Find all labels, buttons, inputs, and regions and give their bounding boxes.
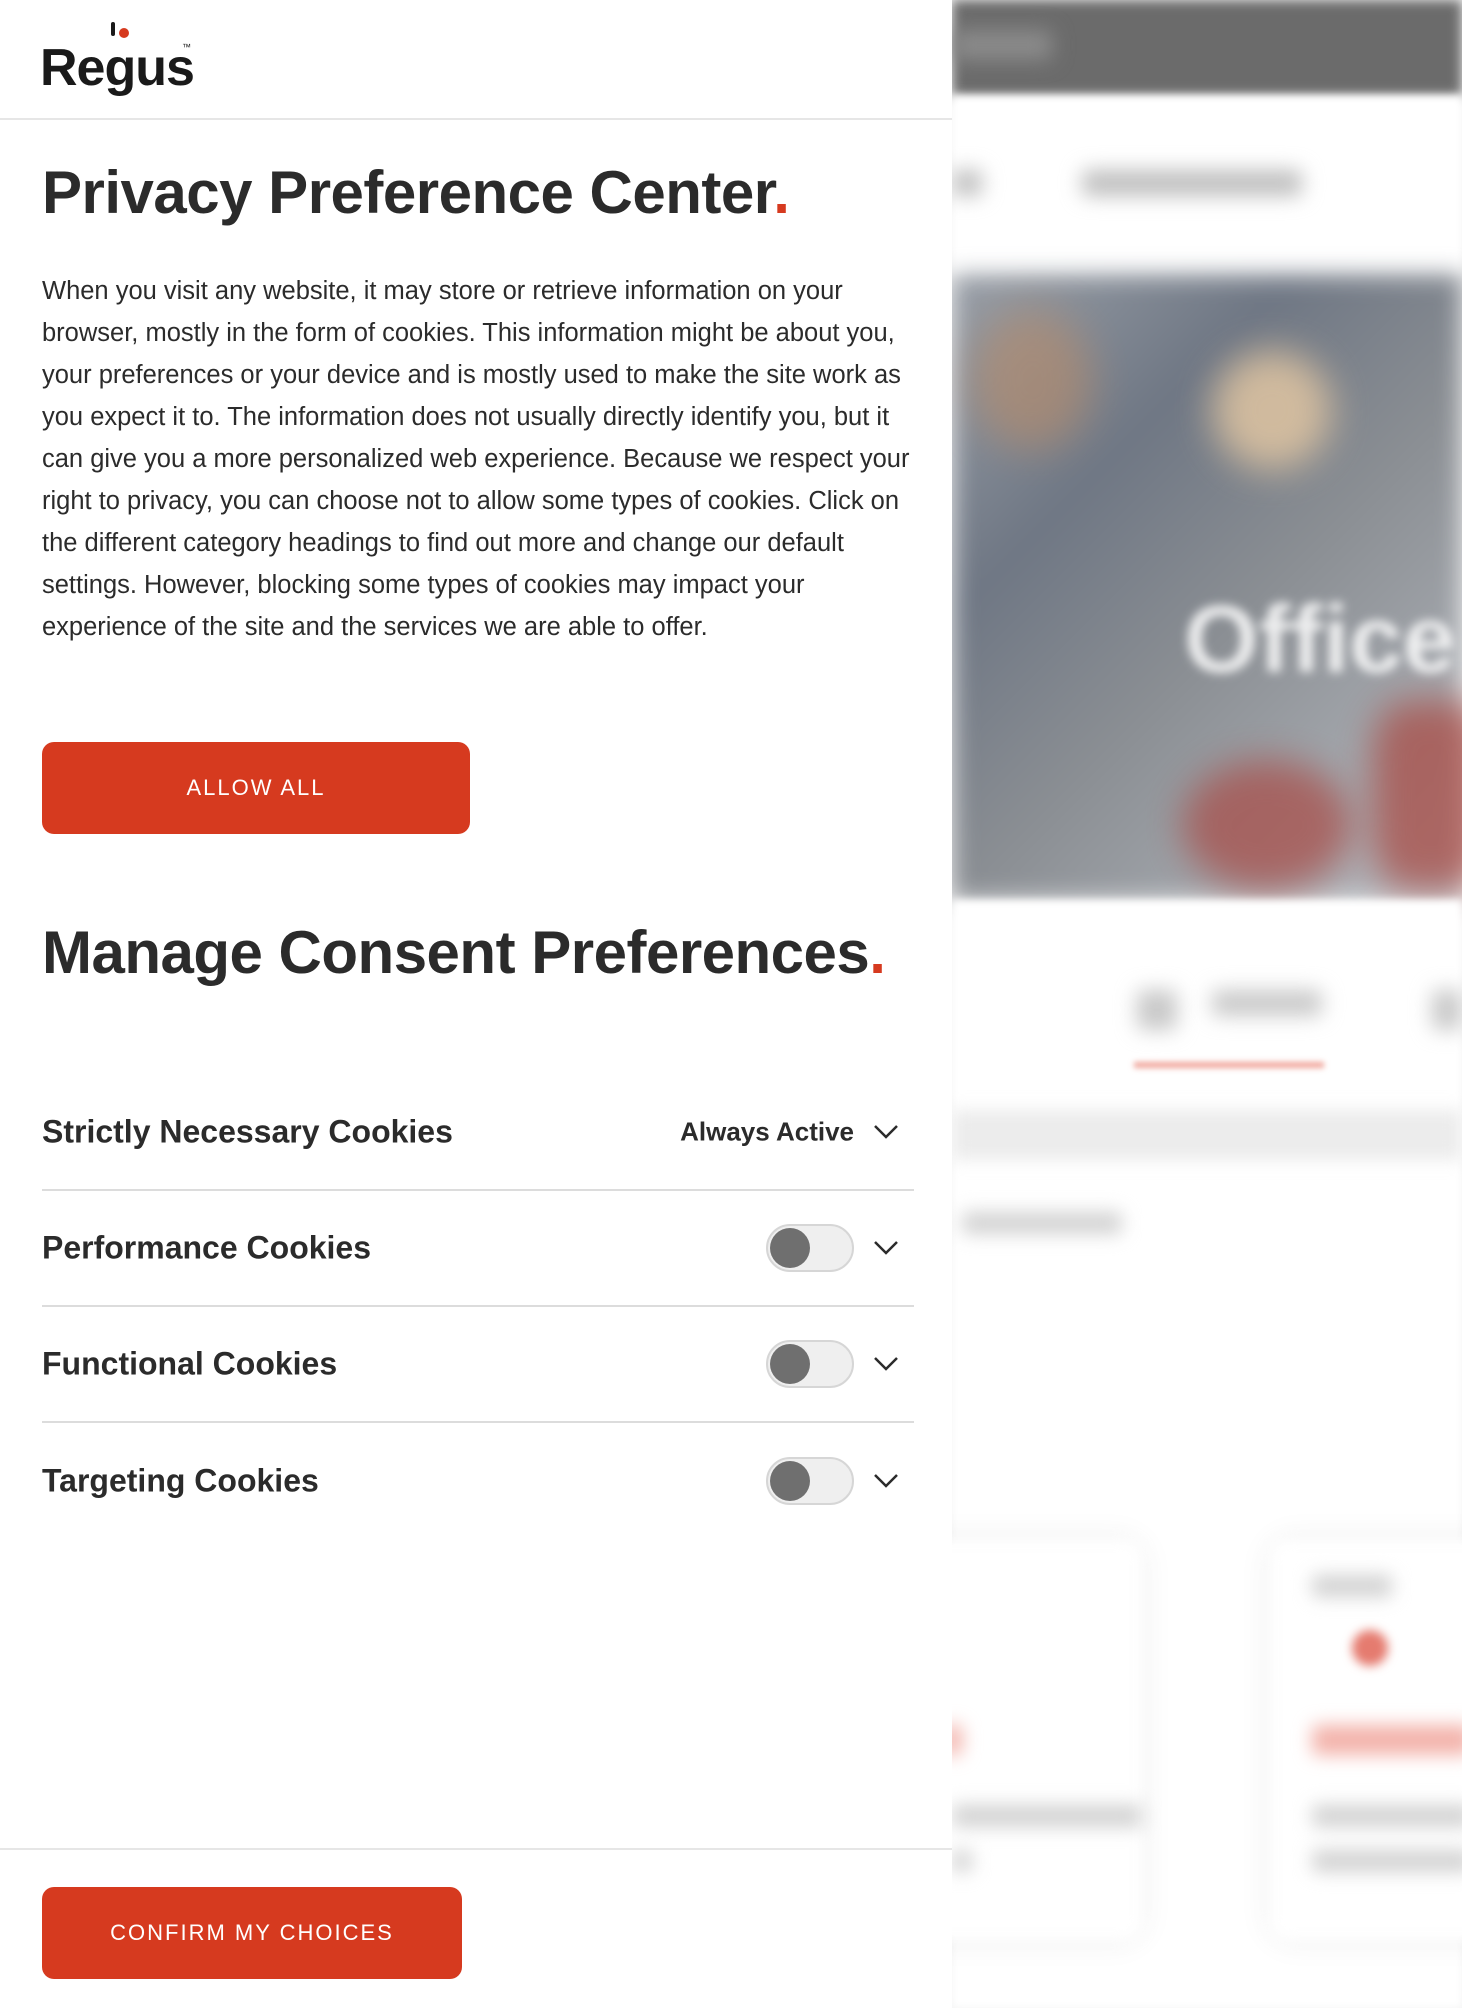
cookie-category-strictly-necessary[interactable]: Strictly Necessary Cookies Always Active: [42, 1075, 914, 1191]
background-tab-underline: [1134, 1062, 1324, 1068]
chevron-down-icon[interactable]: [872, 1355, 900, 1373]
background-text: [952, 1850, 972, 1872]
privacy-description: When you visit any website, it may store…: [42, 277, 910, 641]
background-text: [1312, 1850, 1462, 1872]
background-tab-label: [1212, 990, 1322, 1016]
logo-trademark: ™: [182, 42, 191, 52]
background-tab-icon: [1432, 990, 1462, 1030]
background-red-dot: [1352, 1630, 1388, 1666]
background-hero-heading: Office: [1184, 586, 1457, 693]
background-card: [952, 1540, 1142, 1940]
cookie-category-targeting[interactable]: Targeting Cookies: [42, 1423, 914, 1539]
cookie-category-functional[interactable]: Functional Cookies: [42, 1307, 914, 1423]
targeting-cookies-toggle[interactable]: [766, 1457, 854, 1505]
background-hero-shape: [1372, 700, 1462, 890]
manage-consent-title: Manage Consent Preferences.: [42, 918, 886, 987]
logo-wordmark: Regus: [40, 39, 195, 97]
chevron-down-icon[interactable]: [872, 1239, 900, 1257]
cookie-category-label: Functional Cookies: [42, 1345, 338, 1382]
privacy-preference-panel: Regus ™ Privacy Preference Center. When …: [0, 0, 952, 2008]
background-nav-item: [952, 170, 982, 196]
chevron-down-icon[interactable]: [872, 1472, 900, 1490]
cookie-category-performance[interactable]: Performance Cookies: [42, 1191, 914, 1307]
functional-cookies-toggle[interactable]: [766, 1340, 854, 1388]
allow-all-button[interactable]: ALLOW ALL: [42, 742, 470, 834]
background-text: [1312, 1805, 1462, 1827]
regus-logo: Regus ™: [40, 20, 200, 100]
manage-consent-title-text: Manage Consent Preferences: [42, 919, 870, 986]
always-active-label: Always Active: [680, 1116, 854, 1147]
background-hero-shape: [1182, 760, 1352, 890]
background-hero-shape: [972, 310, 1092, 450]
cookie-category-list: Strictly Necessary Cookies Always Active…: [42, 1075, 914, 1539]
background-text: [962, 1212, 1122, 1234]
background-text: [952, 1805, 1142, 1827]
background-topbar-text: [952, 30, 1052, 60]
background-tab-icon: [1137, 990, 1177, 1030]
chevron-down-icon[interactable]: [872, 1123, 900, 1141]
background-hero-shape: [1212, 350, 1332, 470]
page-title-dot: .: [773, 159, 790, 226]
page-title-text: Privacy Preference Center: [42, 159, 774, 226]
background-page: Office: [952, 0, 1462, 2008]
cookie-category-label: Performance Cookies: [42, 1229, 372, 1266]
background-nav-item: [1082, 170, 1302, 196]
page-title: Privacy Preference Center.: [42, 158, 790, 227]
background-text: [1312, 1575, 1392, 1597]
background-band: [952, 1110, 1462, 1160]
cookie-category-label: Strictly Necessary Cookies: [42, 1113, 453, 1150]
panel-header: Regus ™: [0, 0, 952, 120]
performance-cookies-toggle[interactable]: [766, 1224, 854, 1272]
background-red-text: [1312, 1725, 1462, 1755]
confirm-choices-button[interactable]: CONFIRM MY CHOICES: [42, 1887, 462, 1979]
cookie-category-label: Targeting Cookies: [42, 1462, 319, 1499]
manage-consent-title-dot: .: [869, 919, 886, 986]
toggle-knob: [770, 1228, 810, 1268]
toggle-knob: [770, 1344, 810, 1384]
background-red-text: [952, 1725, 962, 1755]
toggle-knob: [770, 1461, 810, 1501]
